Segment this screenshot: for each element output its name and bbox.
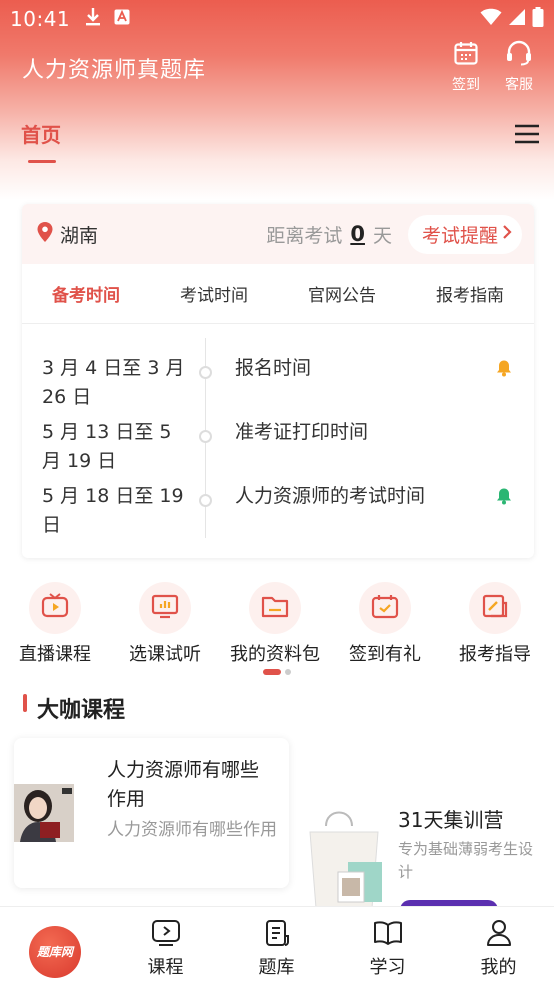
location-selector[interactable]: 湖南 <box>60 221 98 248</box>
page-dot <box>285 669 291 675</box>
countdown-prefix: 距离考试 <box>266 224 343 247</box>
quick-link-label: 选课试听 <box>129 644 201 665</box>
quick-links: 直播课程 选课试听 我的资料包 签到有礼 报考指导 <box>0 582 554 666</box>
timeline-dot <box>199 430 212 443</box>
quick-link-label: 报考指导 <box>459 644 531 665</box>
tab-exam-guide[interactable]: 报考指南 <box>406 264 534 323</box>
status-bar: 10:41 <box>0 0 554 38</box>
logo-text: 题库网 <box>36 945 73 959</box>
open-book-icon <box>373 919 403 951</box>
download-icon <box>84 7 102 31</box>
customer-service-button[interactable]: 客服 <box>497 40 541 94</box>
bottom-nav-question-bank[interactable]: 题库 <box>221 907 332 984</box>
bell-icon[interactable] <box>496 487 512 509</box>
app-title: 人力资源师真题库 <box>22 58 207 83</box>
checkin-button[interactable]: 签到 <box>444 40 488 94</box>
chevron-right-icon <box>502 223 512 245</box>
quick-link-icon-bg <box>249 582 301 634</box>
timeline-event: 准考证打印时间 <box>235 421 369 443</box>
quick-link-icon-bg <box>29 582 81 634</box>
promo-title[interactable]: 31天集训营 <box>398 804 503 833</box>
tab-official-notice[interactable]: 官网公告 <box>278 264 406 323</box>
course-title: 人力资源师有哪些作用 <box>107 759 260 810</box>
bottom-nav-profile[interactable]: 我的 <box>443 907 554 984</box>
section-accent-bar <box>23 694 27 712</box>
quick-link-live-course[interactable]: 直播课程 <box>0 582 110 666</box>
bell-icon[interactable] <box>496 359 512 381</box>
tv-play-icon <box>41 593 69 623</box>
bottom-nav-label: 学习 <box>369 957 406 978</box>
exam-timeline: 3 月 4 日至 3 月 26 日 报名时间 5 月 13 日至 5 月 19 … <box>22 324 534 538</box>
folder-icon <box>261 593 289 623</box>
status-time: 10:41 <box>10 7 71 31</box>
quick-link-checkin-gift[interactable]: 签到有礼 <box>330 582 440 666</box>
bottom-nav-label: 题库 <box>258 957 295 978</box>
chart-screen-icon <box>151 593 179 623</box>
exam-tabs: 备考时间 考试时间 官网公告 报考指南 <box>22 264 534 324</box>
service-label: 客服 <box>505 77 533 93</box>
quick-link-label: 我的资料包 <box>230 644 320 665</box>
timeline-dot <box>199 366 212 379</box>
countdown-unit: 天 <box>372 224 392 247</box>
headset-icon <box>505 40 533 70</box>
promo-subtitle: 专为基础薄弱考生设计 <box>398 840 534 881</box>
bottom-nav-label: 课程 <box>147 957 184 978</box>
timeline-date: 5 月 18 日至 19 日 <box>42 485 184 536</box>
countdown-days: 0 <box>350 222 365 246</box>
course-card[interactable]: 人力资源师有哪些作用 人力资源师有哪些作用 <box>14 738 289 888</box>
timeline-event: 人力资源师的考试时间 <box>235 485 426 507</box>
edit-doc-icon <box>481 593 509 623</box>
calendar-icon <box>453 40 479 70</box>
bottom-nav-label: 我的 <box>480 957 517 978</box>
quick-link-materials[interactable]: 我的资料包 <box>220 582 330 666</box>
exam-reminder-label: 考试提醒 <box>421 224 498 247</box>
checkin-label: 签到 <box>452 77 480 93</box>
bottom-nav-courses[interactable]: 课程 <box>110 907 221 984</box>
logo-icon: 题库网 <box>29 925 81 978</box>
exam-card-header: 湖南 距离考试 0 天 考试提醒 <box>22 204 534 264</box>
quick-link-icon-bg <box>469 582 521 634</box>
quick-link-exam-guidance[interactable]: 报考指导 <box>440 582 550 666</box>
promo-bag-image <box>298 798 393 909</box>
calendar-check-icon <box>371 593 399 623</box>
timeline-dot <box>199 494 212 507</box>
timeline-row: 3 月 4 日至 3 月 26 日 报名时间 <box>22 336 534 408</box>
exam-reminder-button[interactable]: 考试提醒 <box>407 214 522 254</box>
tab-exam-time[interactable]: 考试时间 <box>150 264 278 323</box>
tab-home-indicator <box>28 160 56 163</box>
section-title: 大咖课程 <box>37 698 126 723</box>
menu-icon[interactable] <box>514 124 540 148</box>
quick-link-label: 直播课程 <box>19 644 91 665</box>
signal-icon <box>508 8 526 30</box>
bottom-nav: 题库网 课程 题库 学习 我的 <box>0 906 554 984</box>
page-dot-active <box>263 669 281 675</box>
quick-link-label: 签到有礼 <box>349 644 421 665</box>
document-icon <box>262 919 292 951</box>
timeline-row: 5 月 18 日至 19 日 人力资源师的考试时间 <box>22 464 534 536</box>
bottom-nav-logo[interactable]: 题库网 <box>0 907 110 984</box>
quick-link-icon-bg <box>139 582 191 634</box>
page-indicator <box>263 669 291 675</box>
wifi-icon <box>480 8 502 30</box>
user-icon <box>484 919 514 951</box>
bottom-nav-study[interactable]: 学习 <box>332 907 443 984</box>
course-thumbnail <box>14 784 74 842</box>
exam-info-card: 湖南 距离考试 0 天 考试提醒 备考时间 考试时间 官网公告 报考指南 3 月… <box>22 204 534 558</box>
tab-home[interactable]: 首页 <box>21 119 61 148</box>
timeline-row: 5 月 13 日至 5 月 19 日 准考证打印时间 <box>22 400 534 472</box>
quick-link-trial-course[interactable]: 选课试听 <box>110 582 220 666</box>
tab-prep-time[interactable]: 备考时间 <box>22 264 150 323</box>
battery-icon <box>532 7 544 31</box>
quick-link-icon-bg <box>359 582 411 634</box>
course-subtitle: 人力资源师有哪些作用 <box>107 820 277 840</box>
play-screen-icon <box>151 919 181 951</box>
location-pin-icon <box>36 221 54 247</box>
app-notification-icon <box>114 9 130 29</box>
timeline-event: 报名时间 <box>235 357 312 379</box>
exam-countdown: 距离考试 0 天 <box>266 221 392 248</box>
